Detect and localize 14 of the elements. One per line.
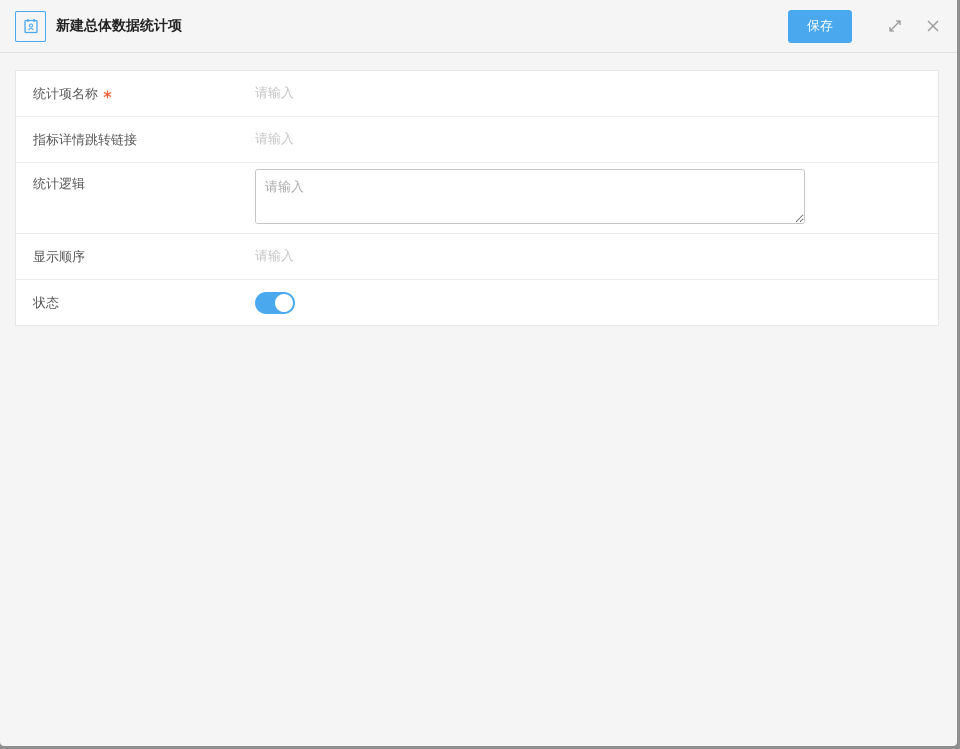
field-label: 统计项名称 <box>33 86 98 102</box>
toggle-switch[interactable] <box>255 292 295 314</box>
field-label: 状态 <box>33 294 59 312</box>
field-label: 显示顺序 <box>33 248 85 266</box>
input-field[interactable]: 请输入 <box>255 249 555 264</box>
textarea-field[interactable]: 请输入 <box>255 169 805 224</box>
required-star-icon <box>103 90 112 99</box>
calendar-icon <box>15 10 46 42</box>
field-label: 统计逻辑 <box>33 176 85 193</box>
input-field[interactable]: 请输入 <box>255 86 555 101</box>
save-button[interactable]: 保存 <box>788 10 852 42</box>
dialog-title: 新建总体数据统计项 <box>56 17 183 35</box>
input-field[interactable]: 请输入 <box>255 132 555 147</box>
field-label: 指标详情跳转链接 <box>33 132 137 148</box>
